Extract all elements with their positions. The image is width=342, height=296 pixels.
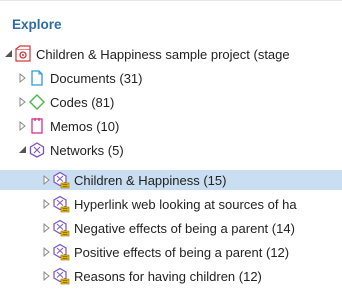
project-icon [14,45,32,63]
panel-top-border [0,0,342,1]
network-label: Hyperlink web looking at sources of ha [74,196,297,212]
tree-item-networks[interactable]: Networks (5) [0,140,342,160]
explore-panel: Explore Children & Happiness sample proj… [0,0,342,296]
expanded-arrow-icon[interactable] [4,44,14,64]
expanded-arrow-icon[interactable] [18,140,28,160]
collapsed-arrow-icon[interactable] [42,170,52,190]
network-label: Positive effects of being a parent (12) [74,244,290,260]
collapsed-arrow-icon[interactable] [18,116,28,136]
memos-icon [28,117,46,135]
network-label: Children & Happiness (15) [74,172,227,188]
documents-label: Documents (31) [50,70,143,86]
tree-item-memos[interactable]: Memos (10) [0,116,342,136]
collapsed-arrow-icon[interactable] [18,92,28,112]
collapsed-arrow-icon[interactable] [42,266,52,286]
tree-item-documents[interactable]: Documents (31) [0,68,342,88]
panel-title: Explore [12,17,62,32]
collapsed-arrow-icon[interactable] [42,242,52,262]
networks-label: Networks (5) [50,142,124,158]
network-icon [52,195,70,213]
codes-icon [28,93,46,111]
tree-item-network[interactable]: Positive effects of being a parent (12) [0,242,342,262]
network-icon [52,219,70,237]
collapsed-arrow-icon[interactable] [42,218,52,238]
documents-icon [28,69,46,87]
network-label: Negative effects of being a parent (14) [74,220,295,236]
tree-item-network[interactable]: Negative effects of being a parent (14) [0,218,342,238]
codes-label: Codes (81) [50,94,115,110]
network-icon [52,243,70,261]
tree-item-network[interactable]: Hyperlink web looking at sources of ha [0,194,342,214]
tree-item-codes[interactable]: Codes (81) [0,92,342,112]
tree-item-network[interactable]: Children & Happiness (15) [0,170,342,190]
network-label: Reasons for having children (12) [74,268,262,284]
tree-item-network[interactable]: Reasons for having children (12) [0,266,342,286]
network-icon [52,267,70,285]
network-icon [52,171,70,189]
memos-label: Memos (10) [50,118,120,134]
collapsed-arrow-icon[interactable] [18,68,28,88]
collapsed-arrow-icon[interactable] [42,194,52,214]
networks-icon [28,141,46,159]
project-label: Children & Happiness sample project (sta… [36,46,290,62]
tree-item-project[interactable]: Children & Happiness sample project (sta… [0,44,342,64]
